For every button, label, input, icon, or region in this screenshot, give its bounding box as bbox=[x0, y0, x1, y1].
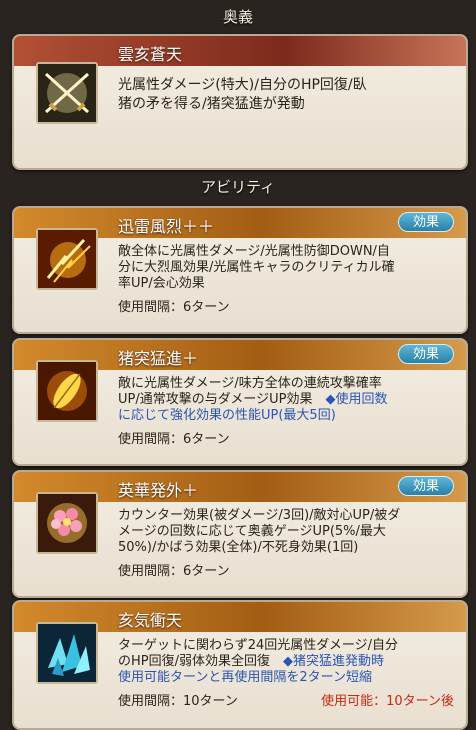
ougi-card: 雲亥蒼天 光属性ダメージ(特大)/自分のHP回復/臥 猪の矛を得る/猪突猛進が発… bbox=[12, 34, 468, 170]
ability-description: ターゲットに関わらず24回光属性ダメージ/自分 のHP回復/弱体効果全回復 ◆猪… bbox=[118, 638, 399, 685]
cooldown-text: 使用間隔：6ターン bbox=[118, 564, 230, 579]
ougi-name: 雲亥蒼天 bbox=[118, 45, 183, 64]
cooldown-text: 使用間隔：10ターン bbox=[118, 694, 238, 709]
lightning-claw-icon bbox=[36, 228, 98, 290]
crossed-swords-icon bbox=[36, 62, 98, 124]
ability-name: 猪突猛進＋ bbox=[118, 349, 199, 368]
cooldown-text: 使用間隔：6ターン bbox=[118, 300, 230, 315]
ability-description: カウンター効果(被ダメージ/3回)/敵対心UP/被ダ メージの回数に応じて奥義ゲ… bbox=[118, 508, 401, 555]
ability-card: 猪突猛進＋ 効果 敵に光属性ダメージ/味方全体の連続攻撃確率 UP/通常攻撃の与… bbox=[12, 338, 468, 466]
effect-button[interactable]: 効果 bbox=[398, 476, 454, 496]
ability-name: 英華発外＋ bbox=[118, 481, 199, 500]
cooldown-text: 使用間隔：6ターン bbox=[118, 432, 230, 447]
availability-text: 使用可能：10ターン後 bbox=[321, 694, 454, 709]
ougi-description: 光属性ダメージ(特大)/自分のHP回復/臥 猪の矛を得る/猪突猛進が発動 bbox=[118, 77, 367, 112]
ability-card: 英華発外＋ 効果 カウンター効果(被ダメージ/3回)/敵対心UP/被ダ メージの… bbox=[12, 470, 468, 598]
golden-leaf-icon bbox=[36, 360, 98, 422]
blue-crystal-icon bbox=[36, 622, 98, 684]
ability-card: 迅雷風烈＋＋ 効果 敵全体に光属性ダメージ/光属性防御DOWN/自 分に大烈風効… bbox=[12, 206, 468, 334]
ability-description: 敵に光属性ダメージ/味方全体の連続攻撃確率 UP/通常攻撃の与ダメージUP効果 … bbox=[118, 376, 388, 423]
ability-card: 亥気衝天 ターゲットに関わらず24回光属性ダメージ/自分 のHP回復/弱体効果全… bbox=[12, 600, 468, 730]
ougi-section-header: 奥義 bbox=[222, 8, 253, 26]
ability-name: 迅雷風烈＋＋ bbox=[118, 217, 215, 236]
effect-button[interactable]: 効果 bbox=[398, 212, 454, 232]
ability-description: 敵全体に光属性ダメージ/光属性防御DOWN/自 分に大烈風効果/光属性キャラのク… bbox=[118, 244, 395, 291]
ability-name: 亥気衝天 bbox=[118, 611, 183, 630]
ability-section-header: アビリティ bbox=[200, 178, 276, 196]
pink-flower-icon bbox=[36, 492, 98, 554]
effect-button[interactable]: 効果 bbox=[398, 344, 454, 364]
